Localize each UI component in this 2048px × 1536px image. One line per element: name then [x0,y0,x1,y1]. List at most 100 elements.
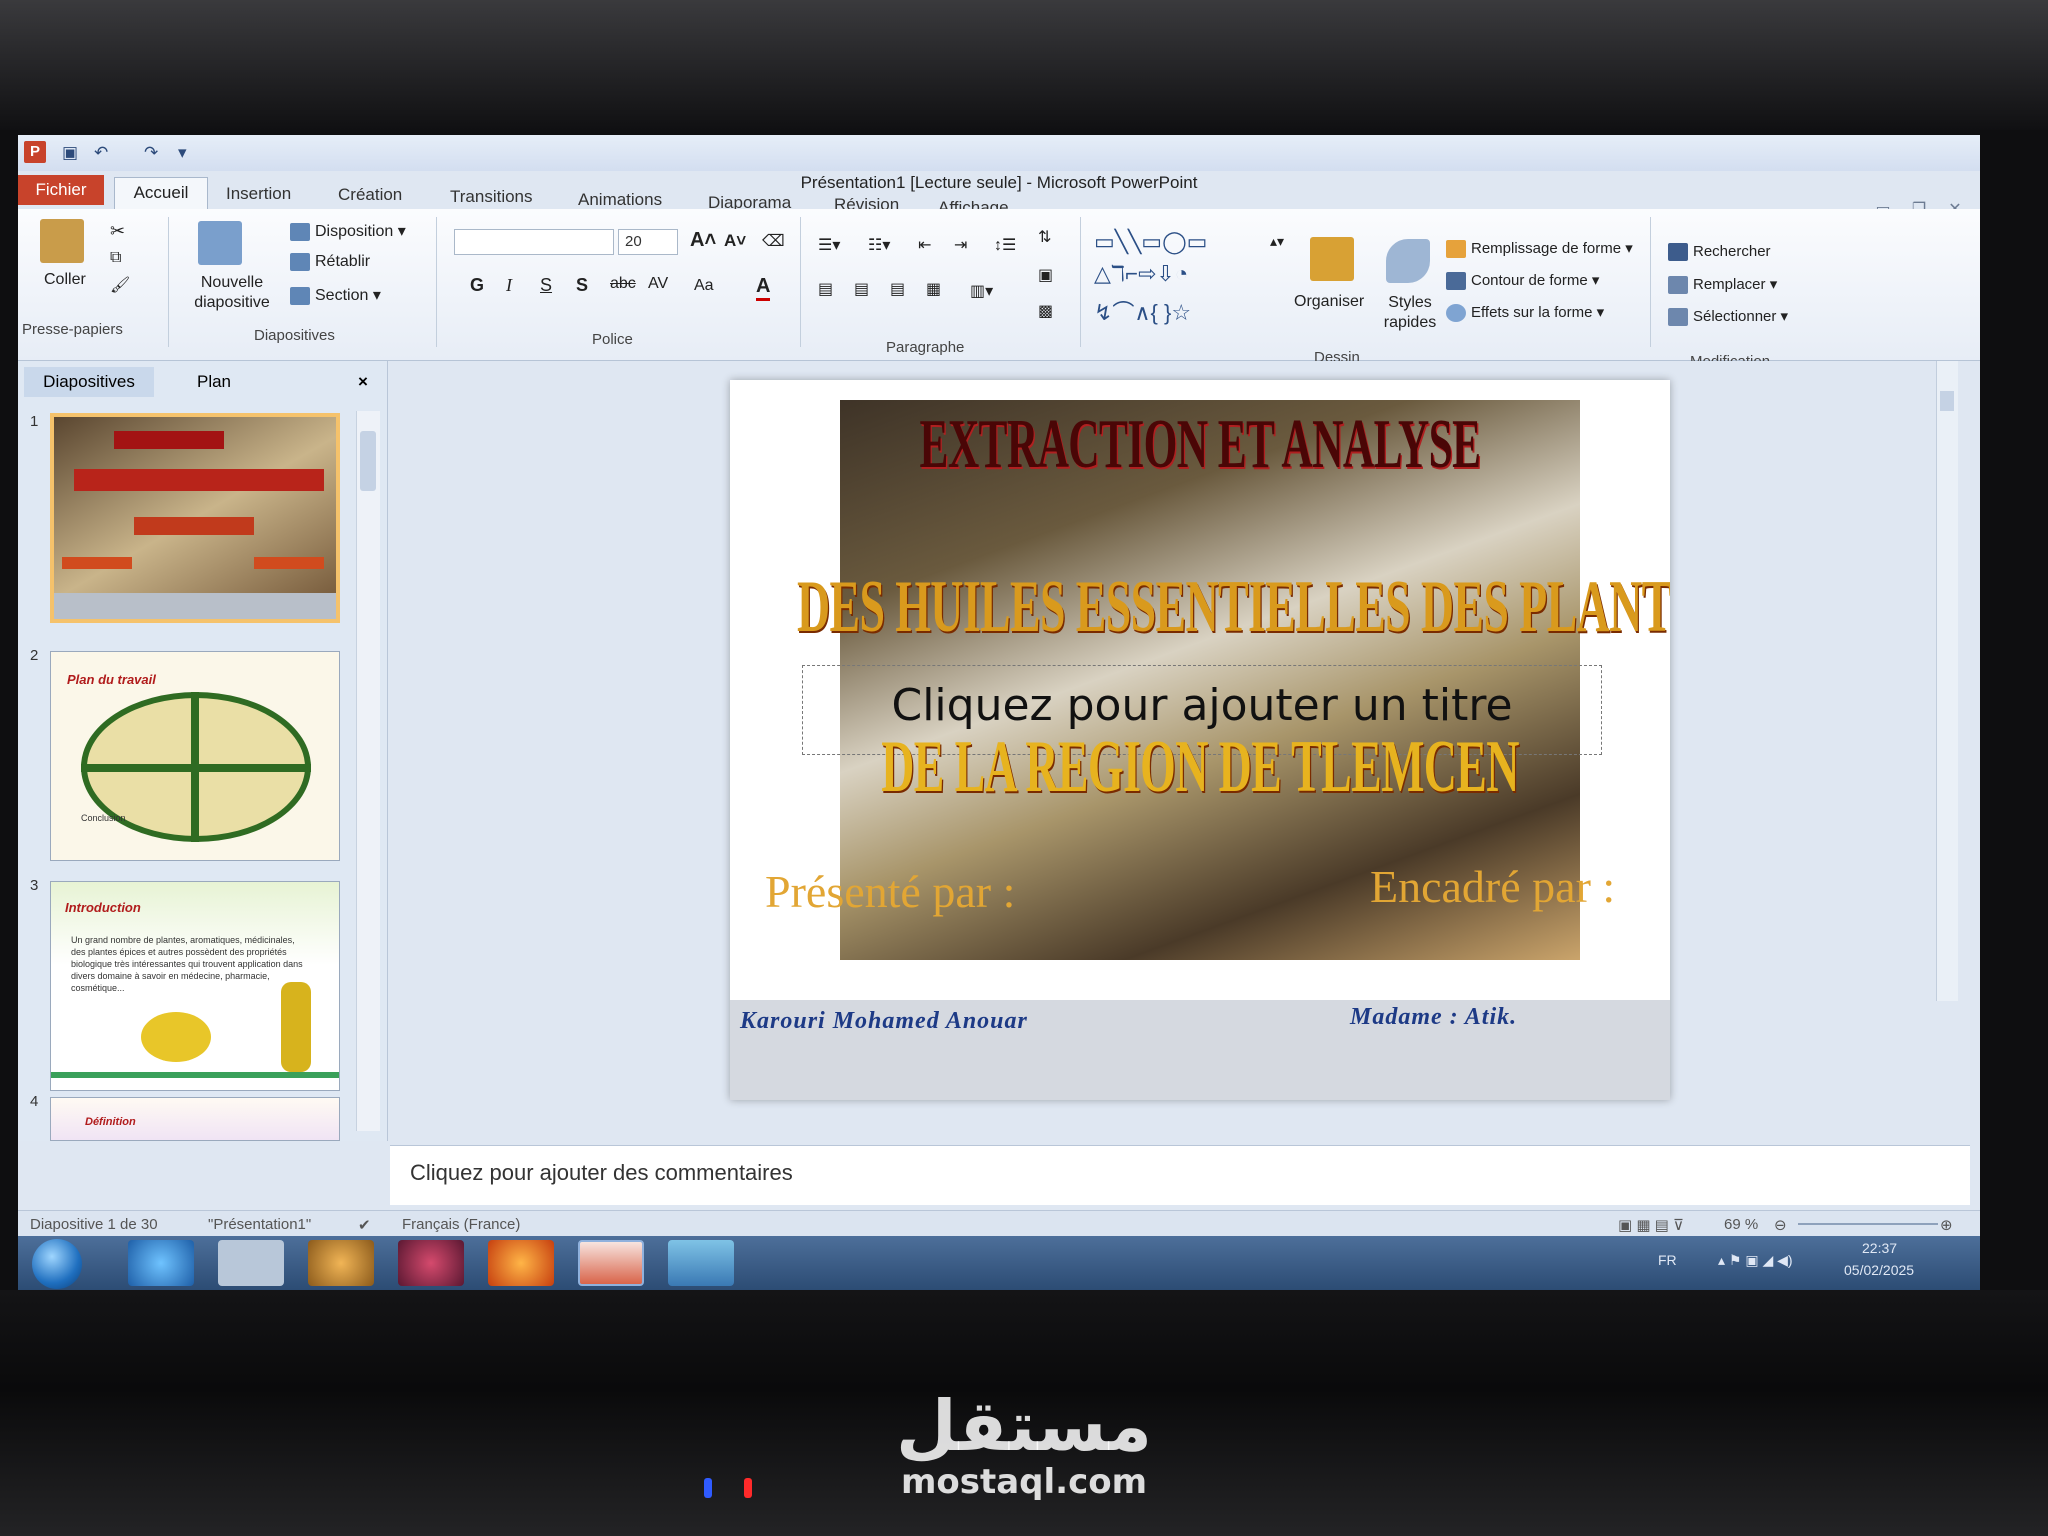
app-icon-pink[interactable] [398,1240,464,1286]
tab-insertion[interactable]: Insertion [226,184,291,204]
author-name[interactable]: Karouri Mohamed Anouar [740,1008,1028,1035]
arrange-icon[interactable] [1310,237,1354,281]
notes-pane[interactable]: Cliquez pour ajouter des commentaires [390,1145,1970,1205]
powerpoint-taskbar-icon[interactable] [578,1240,644,1286]
slide-thumbnail-3[interactable]: Introduction Un grand nombre de plantes,… [50,881,340,1091]
input-language[interactable]: FR [1658,1252,1677,1268]
shape-effects-button[interactable]: Effets sur la forme ▾ [1446,303,1604,323]
columns-icon[interactable]: ▥▾ [970,281,993,301]
undo-icon[interactable]: ↶ [94,143,108,163]
paste-button[interactable]: Coller [44,271,86,289]
spellcheck-icon[interactable]: ✔ [358,1216,371,1234]
change-case-button[interactable]: Aa [694,277,714,295]
tab-fichier[interactable]: Fichier [18,175,104,205]
shape-fill-button[interactable]: Remplissage de forme ▾ [1446,239,1633,259]
zoom-out-icon[interactable]: ⊖ [1774,1216,1787,1234]
slide-thumbnail-2[interactable]: Plan du travail Conclusion [50,651,340,861]
tab-creation[interactable]: Création [338,185,402,205]
tab-accueil[interactable]: Accueil [114,177,208,209]
shapes-more-icon[interactable]: ▴▾ [1270,233,1284,250]
save-icon[interactable]: ▣ [62,143,78,163]
slide-canvas[interactable]: EXTRACTION ET ANALYSE DES HUILES ESSENTI… [730,380,1670,1100]
remote-desktop-icon[interactable] [668,1240,734,1286]
quick-styles-icon[interactable] [1386,239,1430,283]
new-slide-icon[interactable] [198,221,242,265]
shapes-gallery-row2[interactable]: △ℸ⌐⇨⇩◔ [1094,261,1188,287]
underline-button[interactable]: S [540,275,552,296]
slides-panel-scrollbar[interactable] [356,411,380,1131]
supervisor-name[interactable]: Madame : Atik. [1350,1004,1517,1031]
increase-indent-icon[interactable]: ⇥ [954,235,967,255]
format-painter-icon[interactable]: 🖌 [110,275,130,295]
line-spacing-icon[interactable]: ↕☰ [994,235,1016,255]
tray-icons[interactable]: ▴ ⚑ ▣ ◢ ◀) [1718,1252,1793,1269]
quick-styles-button[interactable]: Styles rapides [1380,293,1440,333]
shape-outline-button[interactable]: Contour de forme ▾ [1446,271,1599,291]
find-button[interactable]: Rechercher [1668,243,1771,262]
redo-icon[interactable]: ↷ [144,143,158,163]
language-indicator[interactable]: Français (France) [402,1216,520,1233]
font-name-field[interactable] [454,229,614,255]
bold-button[interactable]: G [470,275,484,296]
close-panel-icon[interactable]: × [348,367,378,397]
zoom-in-icon[interactable]: ⊕ [1940,1216,1953,1234]
layout-button[interactable]: Disposition ▾ [290,221,406,241]
view-normal-icon[interactable]: ▣ ▦ ▤ ⊽ [1618,1216,1684,1234]
slide-number: 2 [30,647,39,664]
align-right-icon[interactable]: ▤ [890,279,905,299]
font-size-field[interactable]: 20 [618,229,678,255]
align-center-icon[interactable]: ▤ [854,279,869,299]
char-spacing-button[interactable]: AV [648,275,668,293]
cut-icon[interactable]: ✂ [110,221,125,242]
customize-qat-icon[interactable]: ▾ [178,143,187,163]
font-color-button[interactable]: A [756,275,771,301]
start-button[interactable] [32,1239,82,1289]
select-button[interactable]: Sélectionner ▾ [1668,307,1788,327]
clock-date[interactable]: 05/02/2025 [1844,1262,1914,1278]
new-slide-button[interactable]: Nouvelle diapositive [182,273,282,313]
paste-icon[interactable] [40,219,84,263]
zoom-slider[interactable] [1798,1223,1938,1225]
align-text-icon[interactable]: ▣ [1038,265,1053,285]
slide-thumbnail-1[interactable] [50,413,340,623]
text-direction-icon[interactable]: ⇅ [1038,227,1051,247]
decrease-indent-icon[interactable]: ⇤ [918,235,931,255]
tab-plan[interactable]: Plan [164,367,264,397]
slide-title-line-3[interactable]: DE LA REGION DE TLEMCEN [859,725,1541,810]
copy-icon[interactable]: ⧉ [110,249,121,267]
arrange-button[interactable]: Organiser [1294,293,1364,311]
justify-icon[interactable]: ▦ [926,279,941,299]
powerpoint-icon[interactable]: P [24,141,46,163]
italic-button[interactable]: I [506,275,512,296]
replace-button[interactable]: Remplacer ▾ [1668,275,1777,295]
section-button[interactable]: Section ▾ [290,285,381,305]
slide-thumbnail-4[interactable]: Définition [50,1097,340,1141]
shapes-gallery-row3[interactable]: ↯⌒∧{ }☆ [1094,295,1191,327]
clear-format-icon[interactable]: ⌫ [762,231,785,251]
shrink-font-icon[interactable]: A˅ [724,231,746,251]
shadow-button[interactable]: S [576,275,588,296]
align-left-icon[interactable]: ▤ [818,279,833,299]
section-icon [290,286,310,305]
clock-time[interactable]: 22:37 [1862,1240,1897,1256]
shapes-gallery[interactable]: ▭╲╲▭◯▭ [1094,229,1207,255]
tab-diapositives[interactable]: Diapositives [24,367,154,397]
bullets-icon[interactable]: ☰▾ [818,235,840,255]
smartart-icon[interactable]: ▩ [1038,301,1053,321]
zoom-level[interactable]: 69 % [1724,1216,1758,1233]
internet-explorer-icon[interactable] [128,1240,194,1286]
presented-by-label[interactable]: Présenté par : [765,865,1015,918]
tab-transitions[interactable]: Transitions [450,187,533,207]
grow-font-icon[interactable]: A˄ [690,229,716,252]
tab-animations[interactable]: Animations [578,190,662,210]
slide-title-line-1[interactable]: EXTRACTION ET ANALYSE [859,405,1541,485]
supervised-by-label[interactable]: Encadré par : [1370,860,1615,913]
strikethrough-button[interactable]: abc [610,275,636,293]
file-explorer-icon[interactable] [218,1240,284,1286]
reset-button[interactable]: Rétablir [290,253,370,271]
slide-title-line-2[interactable]: DES HUILES ESSENTIELLES DES PLANTES AROM… [797,565,1670,650]
media-player-icon[interactable] [308,1240,374,1286]
firefox-icon[interactable] [488,1240,554,1286]
editor-scrollbar[interactable] [1936,361,1958,1001]
numbering-icon[interactable]: ☷▾ [868,235,890,255]
